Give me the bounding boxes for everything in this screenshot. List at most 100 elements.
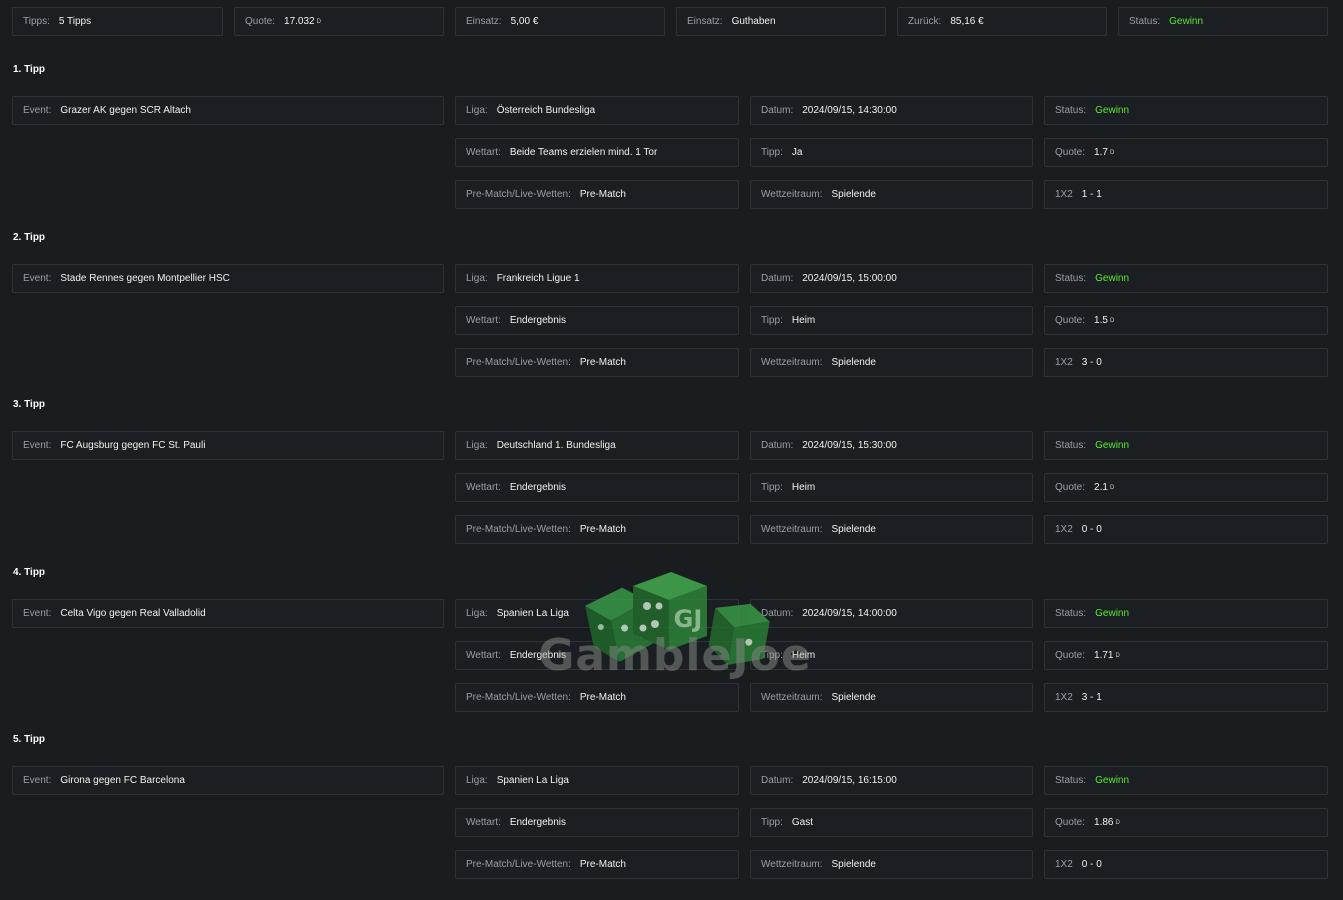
- event-field-label: Event:: [23, 608, 52, 619]
- status-field-label: Status:: [1055, 273, 1087, 284]
- summary-label: Quote:: [245, 16, 276, 27]
- quote-field-label: Quote:: [1055, 817, 1086, 828]
- wettart-field-value: Endergebnis: [509, 650, 566, 661]
- datum-field-value: 2024/09/15, 16:15:00: [802, 775, 897, 786]
- decimal-odds-marker: D: [1109, 317, 1115, 324]
- wettart-field-value: Endergebnis: [509, 482, 566, 493]
- event-field-value: Girona gegen FC Barcelona: [60, 775, 185, 786]
- tipp-field-label: Tipp:: [761, 315, 783, 326]
- quote-field: Quote: 2.1 D: [1044, 473, 1328, 502]
- tipp-field: Tipp: Heim: [750, 473, 1033, 502]
- prematch-field-label: Pre-Match/Live-Wetten:: [466, 859, 571, 870]
- event-field: Event: Grazer AK gegen SCR Altach: [12, 96, 444, 125]
- summary-zurueck: Zurück: 85,16 €: [897, 7, 1107, 36]
- summary-value: 17.032: [284, 16, 315, 27]
- quote-field-label: Quote:: [1055, 482, 1086, 493]
- quote-field: Quote: 1.5 D: [1044, 306, 1328, 335]
- status-field-value: Gewinn: [1095, 273, 1130, 284]
- prematch-field-label: Pre-Match/Live-Wetten:: [466, 524, 571, 535]
- wettart-field-label: Wettart:: [466, 482, 501, 493]
- liga-field-label: Liga:: [466, 440, 488, 451]
- quote-field-value: 2.1: [1094, 482, 1108, 493]
- wettzeitraum-field: Wettzeitraum: Spielende: [750, 348, 1033, 377]
- x12-field-label: 1X2: [1055, 692, 1073, 703]
- liga-field-value: Frankreich Ligue 1: [496, 273, 580, 284]
- status-field: Status: Gewinn: [1044, 599, 1328, 628]
- event-field-label: Event:: [23, 273, 52, 284]
- event-field: Event: Girona gegen FC Barcelona: [12, 766, 444, 795]
- wettart-field-label: Wettart:: [466, 817, 501, 828]
- prematch-field-value: Pre-Match: [579, 189, 626, 200]
- datum-field-value: 2024/09/15, 14:30:00: [802, 105, 897, 116]
- summary-status: Status: Gewinn: [1118, 7, 1328, 36]
- event-field-label: Event:: [23, 775, 52, 786]
- status-field: Status: Gewinn: [1044, 264, 1328, 293]
- status-field: Status: Gewinn: [1044, 766, 1328, 795]
- event-field: Event: FC Augsburg gegen FC St. Pauli: [12, 431, 444, 460]
- wettzeitraum-field-label: Wettzeitraum:: [761, 524, 823, 535]
- liga-field: Liga: Deutschland 1. Bundesliga: [455, 431, 739, 460]
- prematch-field: Pre-Match/Live-Wetten: Pre-Match: [455, 348, 739, 377]
- summary-tipps: Tipps: 5 Tipps: [12, 7, 223, 36]
- tipp-field: Tipp: Gast: [750, 808, 1033, 837]
- wettart-field-value: Endergebnis: [509, 817, 566, 828]
- x12-field: 1X2 1 - 1: [1044, 180, 1328, 209]
- summary-label: Status:: [1129, 16, 1161, 27]
- x12-field: 1X2 3 - 1: [1044, 683, 1328, 712]
- liga-field-label: Liga:: [466, 608, 488, 619]
- decimal-odds-marker: D: [316, 18, 321, 25]
- tipp-field: Tipp: Heim: [750, 306, 1033, 335]
- status-field-label: Status:: [1055, 105, 1087, 116]
- status-field-value: Gewinn: [1095, 608, 1130, 619]
- event-field-label: Event:: [23, 440, 52, 451]
- tipp-field-value: Gast: [791, 817, 813, 828]
- tipp-field-label: Tipp:: [761, 147, 783, 158]
- wettzeitraum-field-value: Spielende: [831, 189, 876, 200]
- datum-field: Datum: 2024/09/15, 15:30:00: [750, 431, 1033, 460]
- tipp-field: Tipp: Heim: [750, 641, 1033, 670]
- event-field-value: FC Augsburg gegen FC St. Pauli: [60, 440, 206, 451]
- decimal-odds-marker: D: [1115, 652, 1120, 659]
- wettzeitraum-field-value: Spielende: [831, 692, 876, 703]
- datum-field-value: 2024/09/15, 15:00:00: [802, 273, 897, 284]
- x12-field-label: 1X2: [1055, 357, 1073, 368]
- wettart-field: Wettart: Endergebnis: [455, 808, 739, 837]
- prematch-field-value: Pre-Match: [579, 524, 626, 535]
- prematch-field: Pre-Match/Live-Wetten: Pre-Match: [455, 180, 739, 209]
- event-field: Event: Stade Rennes gegen Montpellier HSC: [12, 264, 444, 293]
- status-field-label: Status:: [1055, 775, 1087, 786]
- prematch-field-value: Pre-Match: [579, 692, 626, 703]
- event-field-value: Celta Vigo gegen Real Valladolid: [60, 608, 206, 619]
- x12-field-label: 1X2: [1055, 859, 1073, 870]
- prematch-field-value: Pre-Match: [579, 859, 626, 870]
- wettart-field: Wettart: Endergebnis: [455, 641, 739, 670]
- quote-field-label: Quote:: [1055, 315, 1086, 326]
- liga-field: Liga: Spanien La Liga: [455, 766, 739, 795]
- liga-field: Liga: Österreich Bundesliga: [455, 96, 739, 125]
- prematch-field-value: Pre-Match: [579, 357, 626, 368]
- wettzeitraum-field-label: Wettzeitraum:: [761, 692, 823, 703]
- tipp-field-value: Ja: [791, 147, 803, 158]
- tipp-field-label: Tipp:: [761, 817, 783, 828]
- prematch-field: Pre-Match/Live-Wetten: Pre-Match: [455, 683, 739, 712]
- quote-field: Quote: 1.86 D: [1044, 808, 1328, 837]
- decimal-odds-marker: D: [1109, 484, 1115, 491]
- datum-field: Datum: 2024/09/15, 16:15:00: [750, 766, 1033, 795]
- x12-field-value: 1 - 1: [1081, 189, 1102, 200]
- wettart-field-label: Wettart:: [466, 315, 501, 326]
- x12-field-label: 1X2: [1055, 189, 1073, 200]
- x12-field-value: 3 - 1: [1081, 692, 1102, 703]
- datum-field-value: 2024/09/15, 15:30:00: [802, 440, 897, 451]
- wettart-field-label: Wettart:: [466, 650, 501, 661]
- gamblejoe-watermark: GJ GambleJoe: [505, 568, 845, 688]
- datum-field: Datum: 2024/09/15, 14:00:00: [750, 599, 1033, 628]
- wettzeitraum-field: Wettzeitraum: Spielende: [750, 850, 1033, 879]
- x12-field-value: 0 - 0: [1081, 859, 1102, 870]
- prematch-field: Pre-Match/Live-Wetten: Pre-Match: [455, 515, 739, 544]
- tipp-field-label: Tipp:: [761, 650, 783, 661]
- summary-value: Guthaben: [731, 16, 776, 27]
- tipp-field-value: Heim: [791, 315, 816, 326]
- wettart-field: Wettart: Endergebnis: [455, 473, 739, 502]
- x12-field-value: 3 - 0: [1081, 357, 1102, 368]
- liga-field-value: Deutschland 1. Bundesliga: [496, 440, 616, 451]
